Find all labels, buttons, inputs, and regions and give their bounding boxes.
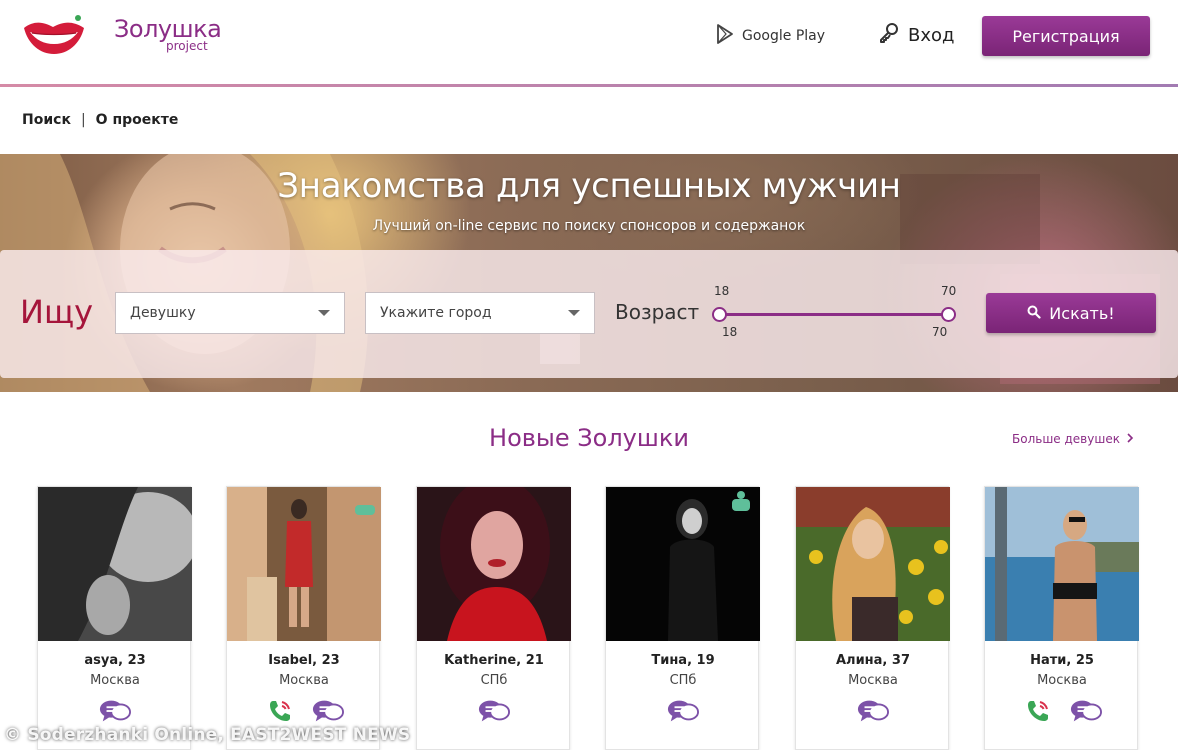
- nav-item-search[interactable]: Поиск: [22, 112, 71, 128]
- profile-card[interactable]: Isabel, 23 Москва: [226, 486, 381, 750]
- profile-name: Isabel, 23: [268, 653, 340, 668]
- profile-actions: [985, 697, 1139, 725]
- login-link[interactable]: Вход: [878, 22, 954, 48]
- profile-city: Москва: [848, 673, 898, 688]
- chat-bubbles-icon[interactable]: [312, 697, 344, 725]
- chat-bubbles-icon[interactable]: [1070, 697, 1102, 725]
- profile-photo[interactable]: [38, 487, 192, 641]
- profile-city: Москва: [1037, 673, 1087, 688]
- profile-city: Москва: [90, 673, 140, 688]
- profile-name: Алина, 37: [835, 653, 910, 668]
- header-divider: [0, 84, 1178, 87]
- profile-name: Katherine, 21: [444, 653, 544, 668]
- chevron-down-icon: [318, 310, 330, 316]
- profile-photo[interactable]: [417, 487, 571, 641]
- age-slider-track[interactable]: [719, 313, 949, 316]
- chat-bubbles-icon[interactable]: [478, 697, 510, 725]
- search-label: Ищу: [20, 293, 94, 331]
- profile-photo[interactable]: [796, 487, 950, 641]
- search-button-label: Искать!: [1049, 303, 1115, 323]
- chat-bubbles-icon[interactable]: [667, 697, 699, 725]
- city-select-placeholder: Укажите город: [380, 305, 492, 321]
- profile-name: Нати, 25: [1030, 653, 1094, 668]
- top-nav: Поиск | О проекте: [22, 112, 178, 128]
- profile-actions: [417, 697, 571, 725]
- profile-city: СПб: [669, 673, 697, 688]
- age-label: Возраст: [615, 300, 700, 324]
- logo-text[interactable]: Золушка project: [114, 16, 222, 52]
- login-label: Вход: [908, 24, 955, 46]
- hero-title: Знакомства для успешных мужчин: [277, 166, 901, 206]
- more-girls-link[interactable]: Больше девушек: [1012, 432, 1134, 446]
- header: Золушка project Google Play Вход Регистр…: [0, 0, 1178, 87]
- search-icon: [1027, 304, 1041, 323]
- profile-actions: [227, 697, 381, 725]
- age-min-value: 18: [722, 325, 738, 339]
- key-icon: [878, 22, 900, 49]
- profile-photo[interactable]: [985, 487, 1139, 641]
- profile-actions: [796, 697, 950, 725]
- profile-name: Тина, 19: [651, 653, 715, 668]
- profile-card[interactable]: Тина, 19 СПб: [605, 486, 760, 750]
- search-button[interactable]: Искать!: [986, 293, 1156, 333]
- chat-bubbles-icon[interactable]: [857, 697, 889, 725]
- age-min-label: 18: [714, 284, 730, 298]
- profile-card[interactable]: Katherine, 21 СПб: [416, 486, 571, 750]
- phone-icon[interactable]: [1022, 697, 1054, 725]
- lips-logo-icon[interactable]: [22, 14, 86, 58]
- nav-separator: |: [80, 112, 86, 128]
- watermark: © Soderzhanki Online, EAST2WEST NEWS: [4, 725, 411, 745]
- phone-icon[interactable]: [264, 697, 296, 725]
- gender-select[interactable]: Девушку: [115, 292, 345, 334]
- profile-photo[interactable]: [606, 487, 760, 641]
- play-icon: [716, 23, 734, 49]
- city-select[interactable]: Укажите город: [365, 292, 595, 334]
- section-title: Новые Золушки: [489, 424, 689, 452]
- google-play-label: Google Play: [742, 28, 826, 44]
- gender-select-value: Девушку: [130, 305, 196, 321]
- chevron-right-icon: [1126, 432, 1134, 446]
- more-girls-label: Больше девушек: [1012, 432, 1120, 446]
- profile-city: СПб: [480, 673, 508, 688]
- profile-actions: [38, 697, 192, 725]
- google-play-link[interactable]: Google Play: [716, 24, 825, 48]
- profile-photo[interactable]: [227, 487, 381, 641]
- profile-actions: [606, 697, 760, 725]
- age-slider-max-handle[interactable]: [941, 307, 956, 322]
- profile-city: Москва: [279, 673, 329, 688]
- profile-card[interactable]: Алина, 37 Москва: [795, 486, 950, 750]
- nav-item-about[interactable]: О проекте: [96, 112, 179, 128]
- age-max-label: 70: [941, 284, 957, 298]
- profile-name: asya, 23: [84, 653, 146, 668]
- age-max-value: 70: [932, 325, 948, 339]
- logo-subtitle: project: [166, 39, 208, 53]
- age-slider-min-handle[interactable]: [712, 307, 727, 322]
- register-button[interactable]: Регистрация: [982, 16, 1150, 56]
- hero-subtitle: Лучший on-line сервис по поиску спонсоро…: [372, 218, 806, 234]
- profile-card[interactable]: Нати, 25 Москва: [984, 486, 1139, 750]
- chevron-down-icon: [568, 310, 580, 316]
- chat-bubbles-icon[interactable]: [99, 697, 131, 725]
- profile-card[interactable]: asya, 23 Москва: [37, 486, 192, 750]
